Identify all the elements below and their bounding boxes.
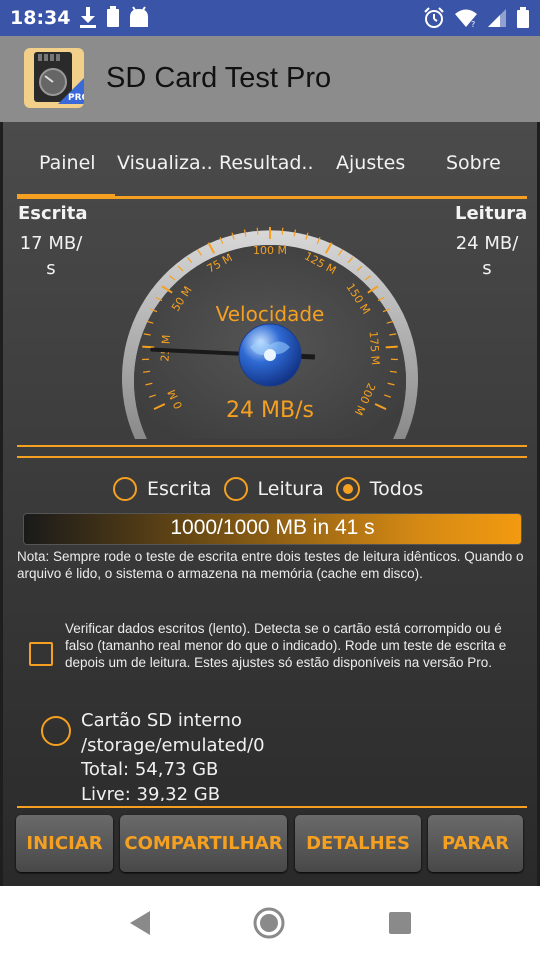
read-value-line1: 24 MB/ (455, 233, 519, 254)
read-value-line2: s (482, 258, 492, 279)
speed-gauge: 0 M25 M50 M75 M100 M 125 M150 M175 M200 M… (121, 227, 418, 439)
svg-text:?: ? (471, 20, 475, 28)
status-bar: 18:34 ? (0, 0, 540, 36)
share-button[interactable]: COMPARTILHAR (120, 815, 287, 872)
tab-sobre[interactable]: Sobre (446, 152, 501, 174)
gauge-tick (385, 345, 398, 349)
status-time: 18:34 (10, 7, 71, 29)
android-icon (130, 6, 148, 27)
write-value-line1: 17 MB/ (19, 233, 83, 254)
app-title: SD Card Test Pro (106, 62, 332, 94)
gauge-tick-label: 175 M (367, 331, 382, 366)
gauge-value: 24 MB/s (226, 398, 314, 423)
app-logo: PRO (24, 48, 84, 108)
read-title: Leitura (455, 203, 528, 224)
app-bar: PRO SD Card Test Pro (0, 36, 540, 122)
tab-ajustes[interactable]: Ajustes (336, 152, 405, 174)
nav-bar (0, 888, 540, 960)
storage-path: /storage/emulated/0 (81, 734, 265, 756)
storage-total: Total: 54,73 GB (81, 759, 219, 780)
storage-info[interactable]: Cartão SD interno /storage/emulated/0 To… (81, 709, 481, 801)
signal-icon (488, 9, 506, 27)
radio-leitura-label: Leitura (257, 478, 324, 500)
download-icon (80, 7, 96, 28)
tab-active-indicator (17, 194, 115, 199)
progress-text: 1000/1000 MB in 41 s (170, 516, 375, 539)
write-value-line2: s (46, 258, 56, 279)
divider (17, 456, 527, 458)
storage-free: Livre: 39,32 GB (81, 783, 221, 802)
radio-leitura[interactable]: Leitura (223, 477, 324, 501)
note-text: Nota: Sempre rode o teste de escrita ent… (17, 549, 524, 581)
storage-radio[interactable] (41, 716, 71, 746)
radio-leitura-circle[interactable] (223, 477, 248, 501)
radio-todos-circle[interactable] (335, 477, 360, 501)
radio-todos[interactable]: Todos (335, 477, 424, 501)
home-icon[interactable] (252, 906, 286, 940)
gauge-title: Velocidade (216, 302, 325, 326)
tab-painel[interactable]: Painel (39, 152, 96, 174)
recents-icon[interactable] (388, 911, 412, 935)
start-button[interactable]: INICIAR (16, 815, 113, 872)
tab-bar: Painel Visualiza.. Resultad.. Ajustes So… (17, 152, 527, 194)
divider (17, 806, 527, 808)
radio-escrita-label: Escrita (147, 478, 212, 500)
back-icon[interactable] (128, 910, 152, 936)
battery-saver-icon (107, 6, 119, 27)
stop-button[interactable]: PARAR (428, 815, 523, 872)
divider (17, 445, 527, 447)
dashboard-panel: Painel Visualiza.. Resultad.. Ajustes So… (0, 122, 540, 886)
gauge-tick (256, 227, 259, 235)
verify-checkbox[interactable] (29, 642, 53, 666)
alarm-icon (424, 7, 444, 28)
gauge-tick (281, 227, 284, 235)
gauge-tick-label: 100 M (253, 244, 287, 257)
radio-todos-label: Todos (369, 478, 424, 500)
tab-visualizacao[interactable]: Visualiza.. (117, 152, 213, 174)
radio-escrita-circle[interactable] (113, 477, 137, 501)
details-button[interactable]: DETALHES (295, 815, 421, 872)
verify-text: Verificar dados escritos (lento). Detect… (65, 621, 507, 670)
gauge-tick (142, 345, 155, 349)
svg-text:PRO: PRO (68, 93, 84, 103)
write-title: Escrita (18, 203, 88, 224)
mode-radio-group: Escrita Leitura Todos (113, 477, 435, 501)
battery-icon (517, 7, 529, 28)
progress-bar: 1000/1000 MB in 41 s (23, 513, 522, 545)
wifi-icon: ? (455, 9, 477, 28)
tab-resultados[interactable]: Resultad.. (219, 152, 314, 174)
radio-escrita[interactable]: Escrita (113, 477, 212, 501)
storage-name: Cartão SD interno (81, 710, 242, 731)
